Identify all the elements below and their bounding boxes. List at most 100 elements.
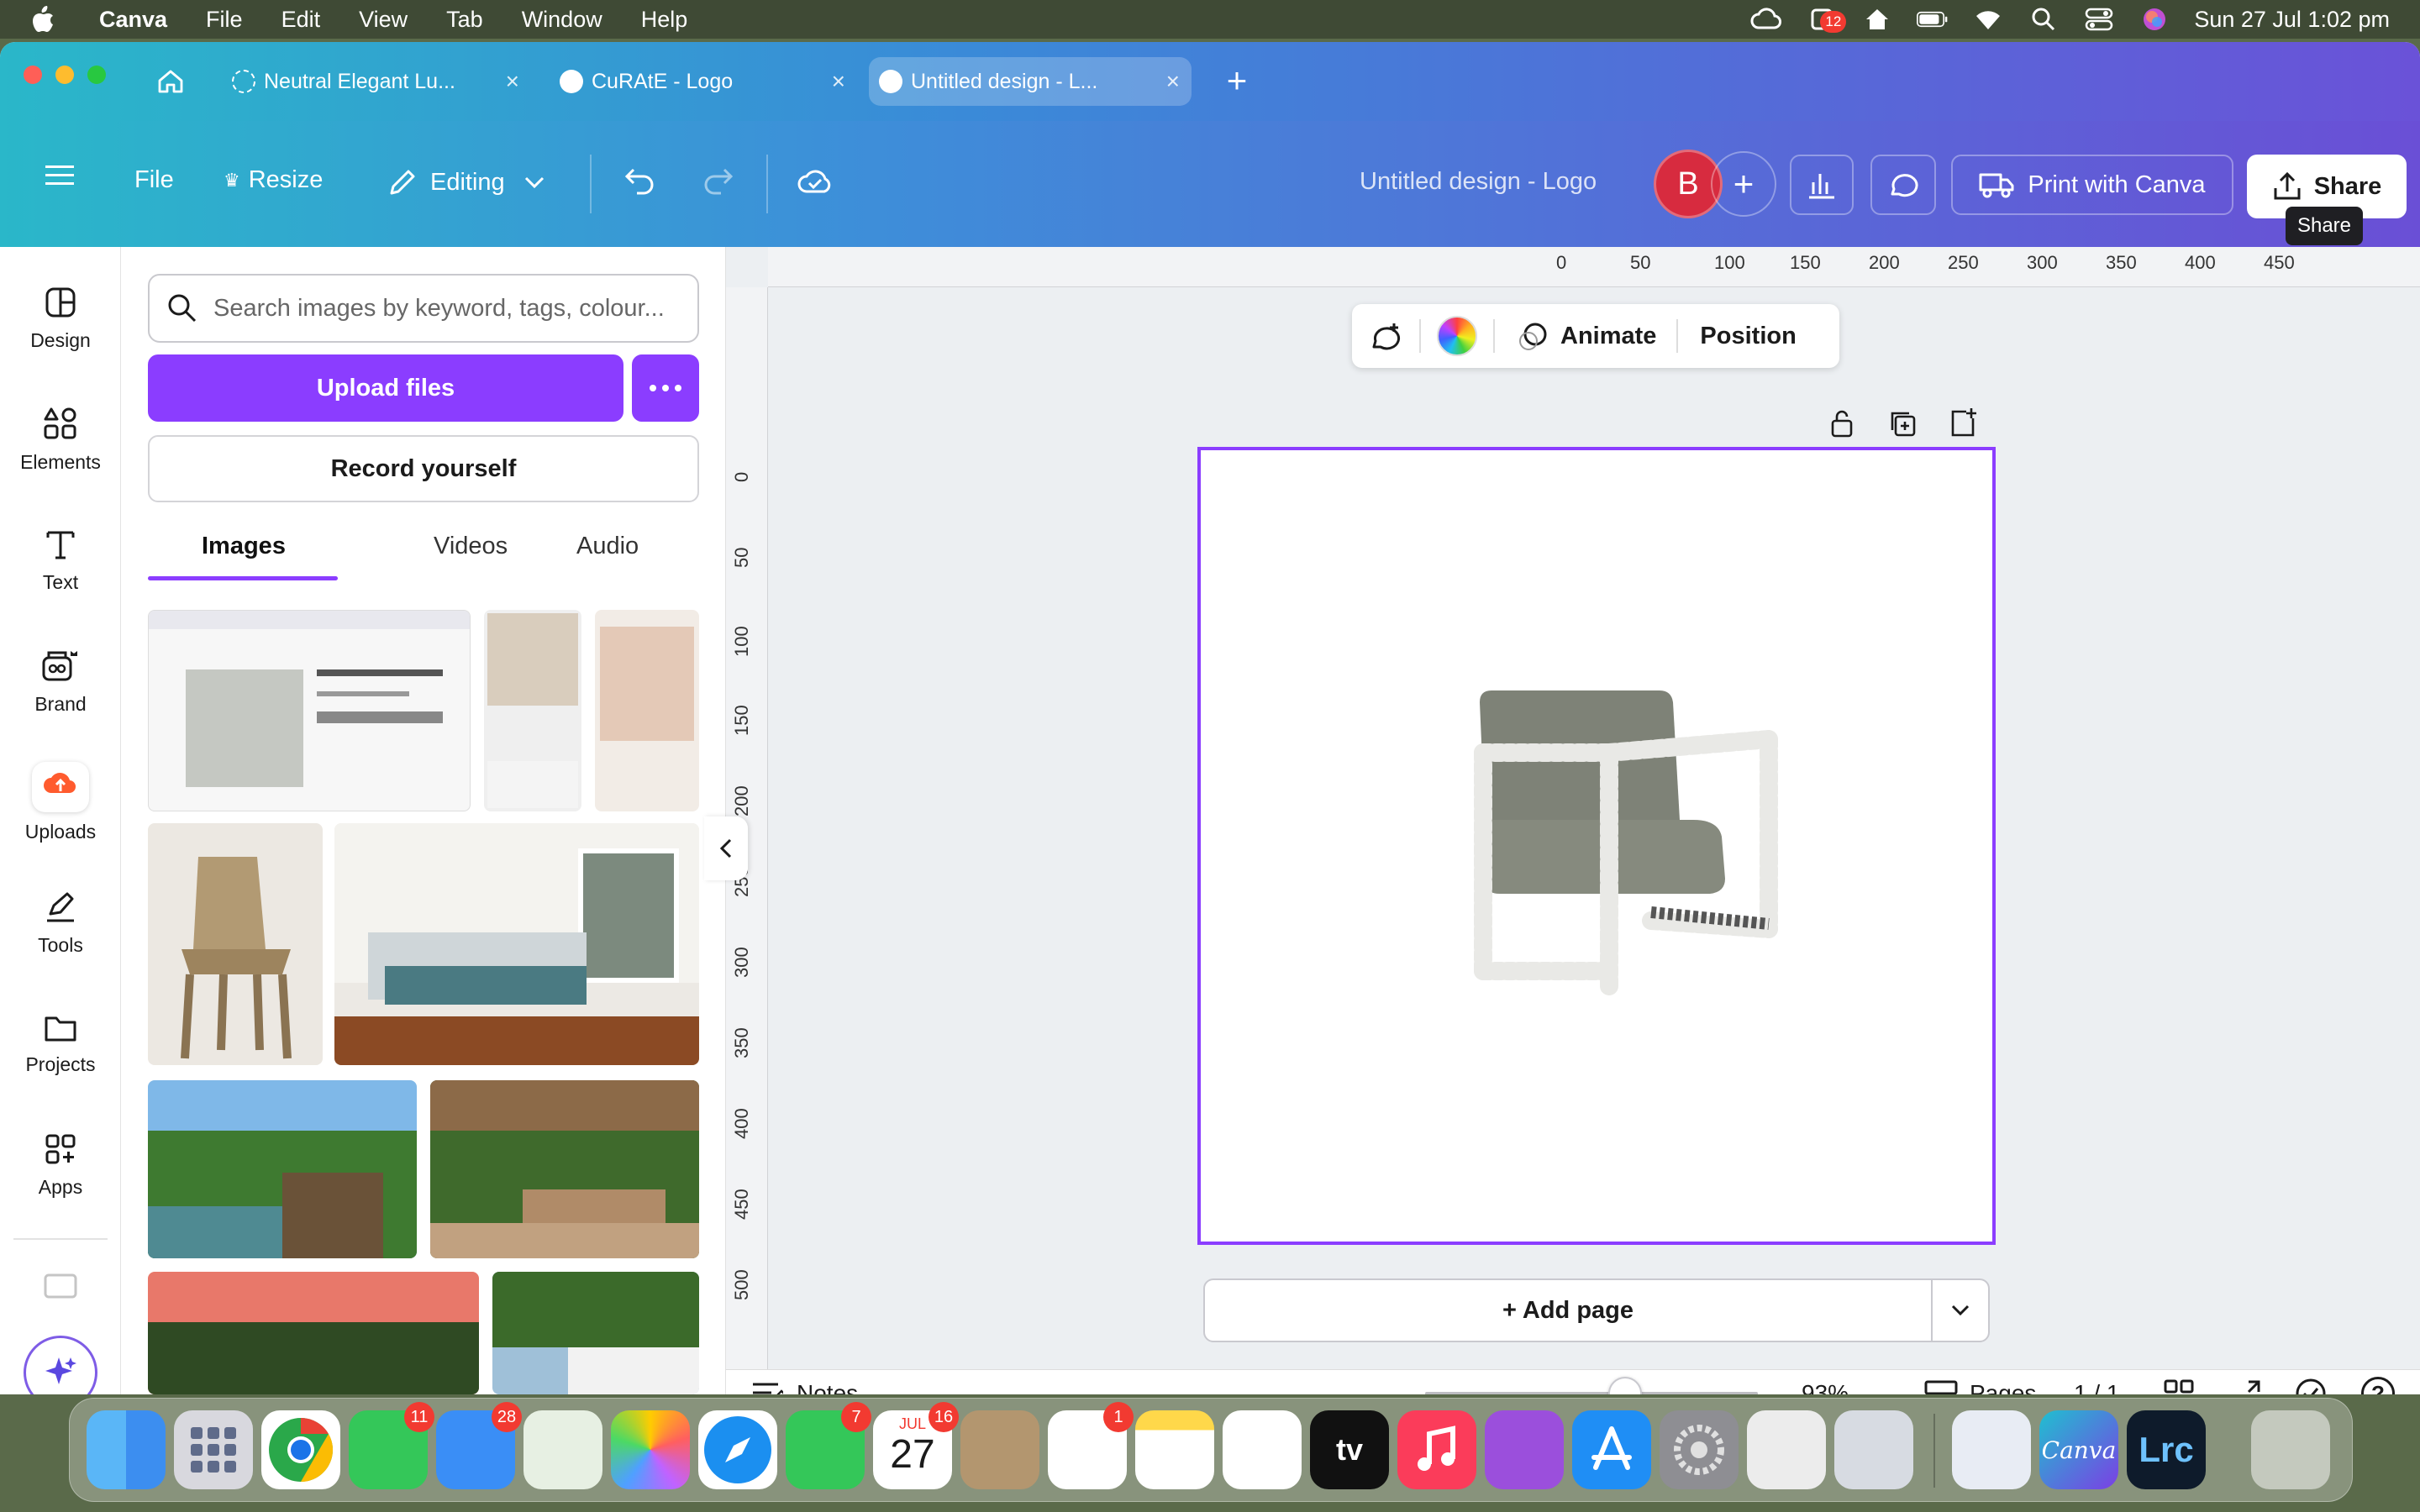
search-input[interactable]: Search images by keyword, tags, colour..… [148,274,699,343]
redo-button[interactable] [701,166,734,195]
record-yourself-button[interactable]: Record yourself [148,435,699,502]
help-icon[interactable]: ? [2361,1377,2395,1394]
resize-button[interactable]: ♛ Resize [224,166,323,194]
print-queue-icon[interactable] [1952,1410,2031,1489]
music-icon[interactable] [1397,1410,1476,1489]
window-zoom-button[interactable] [87,66,106,84]
browser-tab-neutral-elegant[interactable]: Neutral Elegant Lu... × [222,57,531,106]
add-page-button[interactable]: + Add page [1203,1278,1990,1342]
control-center-icon[interactable] [2083,6,2115,33]
rail-item-elements[interactable]: Elements [0,385,121,494]
menu-window[interactable]: Window [522,7,602,33]
launchpad-icon[interactable] [174,1410,253,1489]
upload-thumbnail-bedroom[interactable] [334,823,699,1065]
animate-button[interactable]: Animate [1495,304,1676,368]
collapse-panel-button[interactable] [704,816,748,880]
upload-thumbnail-house-palms[interactable] [492,1272,699,1394]
comments-button[interactable] [1870,155,1936,215]
maps-icon[interactable] [523,1410,602,1489]
mail-icon[interactable]: 28 [436,1402,522,1489]
upload-files-button[interactable]: Upload files [148,354,623,422]
rail-item-design[interactable]: Design [0,264,121,373]
color-picker-button[interactable] [1421,304,1493,368]
position-button[interactable]: Position [1678,323,1818,350]
finder-icon[interactable] [87,1410,166,1489]
magic-assistant-button[interactable] [24,1336,97,1394]
tab-audio[interactable]: Audio [576,533,639,560]
upload-thumbnail-rattan-chair[interactable] [148,823,323,1065]
insights-button[interactable] [1790,155,1854,215]
image-capture-icon[interactable] [1747,1410,1826,1489]
menu-help[interactable]: Help [641,7,688,33]
add-page-icon[interactable] [1946,407,1980,440]
check-circle-icon[interactable] [2294,1377,2328,1394]
iphone-mirroring-icon[interactable] [1834,1410,1913,1489]
new-tab-button[interactable]: + [1218,63,1255,101]
lock-icon[interactable] [1825,407,1859,440]
rail-item-projects[interactable]: Projects [0,990,121,1099]
close-tab-icon[interactable]: × [832,68,845,95]
rail-item-uploads[interactable]: Uploads [0,748,121,857]
battery-icon[interactable] [1917,6,1949,33]
app-store-icon[interactable] [1572,1410,1651,1489]
upload-thumbnail-room-shot[interactable] [595,610,699,811]
rail-item-apps[interactable]: Apps [0,1110,121,1220]
extension-icon[interactable]: 12 [1806,6,1847,33]
duplicate-page-icon[interactable] [1886,407,1919,440]
menu-edit[interactable]: Edit [281,7,321,33]
zoom-slider-handle[interactable] [1607,1377,1642,1394]
add-comment-button[interactable] [1352,304,1419,368]
calendar-icon[interactable]: JUL 27 16 [873,1402,959,1489]
design-page[interactable] [1197,447,1996,1245]
notes-button[interactable]: Notes [751,1377,858,1394]
editing-mode-dropdown[interactable]: Editing [387,166,545,198]
system-settings-icon[interactable] [1660,1410,1739,1489]
menu-view[interactable]: View [359,7,408,33]
grid-view-icon[interactable] [2163,1378,2195,1394]
wifi-icon[interactable] [1972,6,2004,33]
safari-icon[interactable] [698,1410,777,1489]
invite-collaborator-button[interactable]: + [1711,151,1776,217]
window-minimize-button[interactable] [55,66,74,84]
facetime-icon[interactable]: 7 [786,1402,871,1489]
close-tab-icon[interactable]: × [506,68,519,95]
zoom-level[interactable]: 93% [1802,1380,1849,1394]
fullscreen-icon[interactable] [2230,1378,2262,1394]
add-page-options-button[interactable] [1933,1278,1988,1342]
upload-thumbnail-gazebo[interactable] [430,1080,699,1258]
undo-button[interactable] [623,166,657,195]
print-with-canva-button[interactable]: Print with Canva [1951,155,2233,215]
browser-tab-curate-logo[interactable]: CuRAtE - Logo × [550,57,857,106]
upload-thumbnail-screenshot[interactable] [148,610,471,811]
save-status-button[interactable] [797,166,834,195]
zoom-slider[interactable] [1425,1377,1758,1394]
menubar-clock[interactable]: Sun 27 Jul 1:02 pm [2194,7,2390,33]
menu-app-name[interactable]: Canva [99,7,167,33]
freeform-icon[interactable] [1223,1410,1302,1489]
upload-thumbnail-sunset-palms[interactable] [148,1272,479,1394]
creative-cloud-icon[interactable] [1750,6,1782,33]
tab-images[interactable]: Images [202,533,286,560]
design-title[interactable]: Untitled design - Logo [1360,168,1597,196]
pages-button[interactable]: Pages [1924,1377,2036,1394]
chrome-icon[interactable] [261,1410,340,1489]
browser-tab-untitled-design[interactable]: Untitled design - L... × [869,57,1192,106]
podcasts-icon[interactable] [1485,1410,1564,1489]
photos-icon[interactable] [611,1410,690,1489]
image-placeholder-icon[interactable] [44,1273,77,1299]
menu-tab[interactable]: Tab [446,7,483,33]
main-menu-button[interactable] [44,163,76,188]
upload-thumbnail-garden-bridge[interactable] [148,1080,417,1258]
trash-icon[interactable] [2251,1410,2330,1489]
reminders-icon[interactable]: 1 [1048,1402,1134,1489]
rail-item-brand[interactable]: Brand [0,627,121,736]
menu-file[interactable]: File [206,7,243,33]
messages-icon[interactable]: 11 [349,1402,434,1489]
close-tab-icon[interactable]: × [1166,68,1180,95]
file-menu-button[interactable]: File [134,166,174,194]
notes-app-icon[interactable] [1135,1410,1214,1489]
armchair-image[interactable] [1458,669,1794,1005]
rail-item-text[interactable]: Text [0,506,121,615]
spotlight-search-icon[interactable] [2028,6,2060,33]
upload-more-button[interactable] [632,354,699,422]
